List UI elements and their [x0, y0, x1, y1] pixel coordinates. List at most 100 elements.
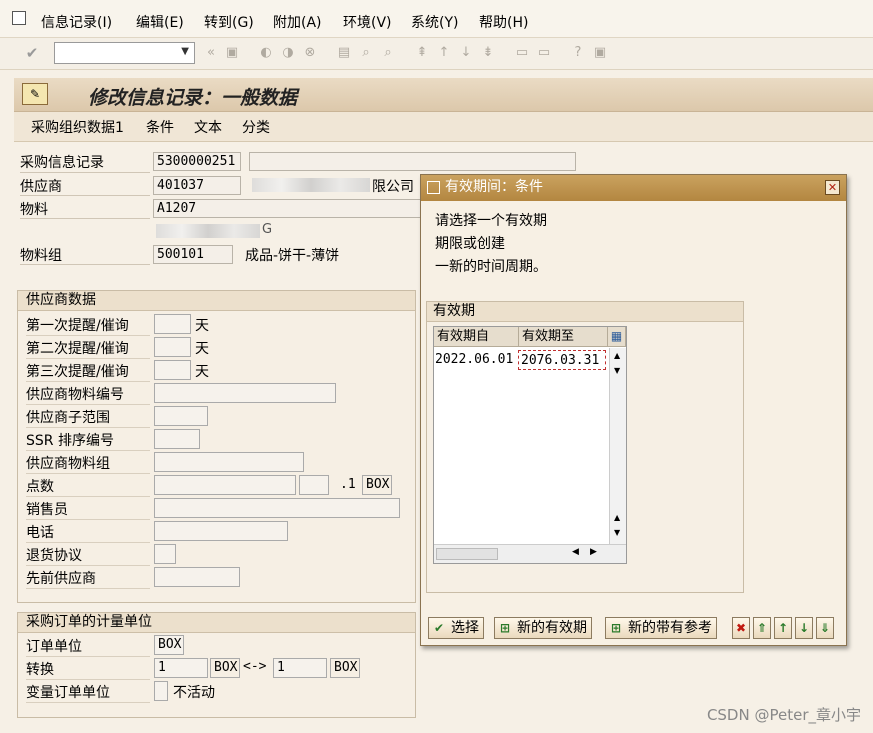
- cancel-icon[interactable]: ⊗: [302, 45, 318, 61]
- menu-environment[interactable]: 环境(V): [343, 12, 392, 32]
- vendor-subrange-field[interactable]: [154, 406, 208, 426]
- scroll-up-icon[interactable]: ▲: [614, 513, 620, 522]
- column-header-valid-from[interactable]: 有效期自: [434, 327, 519, 347]
- dialog-title-bar[interactable]: 有效期间：条件 ✕: [421, 175, 846, 201]
- telephone-field[interactable]: [154, 521, 288, 541]
- validity-group: 有效期 有效期自 有效期至 ▦ 2022.06.01 2076.03.31 ▲ …: [426, 301, 744, 593]
- dialog-message-line-2: 期限或创建: [435, 236, 505, 252]
- info-record-desc-field[interactable]: [249, 152, 576, 171]
- points-field[interactable]: [154, 475, 296, 495]
- exit-icon[interactable]: ◑: [280, 45, 296, 61]
- conversion-right-field[interactable]: 1: [273, 658, 327, 678]
- label-underline: [26, 542, 150, 543]
- second-reminder-field[interactable]: [154, 337, 191, 357]
- label-underline: [20, 218, 150, 219]
- new-session-icon[interactable]: ▭: [514, 45, 530, 61]
- third-reminder-unit: 天: [195, 364, 209, 380]
- salesperson-field[interactable]: [154, 498, 400, 518]
- back-icon[interactable]: ◐: [258, 45, 274, 61]
- next-page-icon[interactable]: ↓: [458, 45, 474, 61]
- close-icon[interactable]: ✕: [825, 180, 840, 195]
- third-reminder-field[interactable]: [154, 360, 191, 380]
- vendor-field[interactable]: 401037: [153, 176, 241, 195]
- first-page-icon[interactable]: ⇞: [414, 45, 430, 61]
- enter-icon[interactable]: ✔: [24, 45, 40, 61]
- shortcut-icon[interactable]: ▭: [536, 45, 552, 61]
- prev-page-icon[interactable]: ↑: [774, 617, 792, 639]
- label-underline: [26, 519, 150, 520]
- scroll-thumb[interactable]: [436, 548, 498, 560]
- back-chevron-icon[interactable]: «: [203, 45, 219, 61]
- last-page-icon[interactable]: ⇓: [816, 617, 834, 639]
- conversion-left-unit: BOX: [210, 658, 240, 678]
- conversion-left-field[interactable]: 1: [154, 658, 208, 678]
- menu-goto[interactable]: 转到(G): [204, 12, 254, 32]
- prior-vendor-label: 先前供应商: [26, 571, 96, 587]
- label-underline: [26, 496, 150, 497]
- display-change-icon[interactable]: ✎: [22, 83, 48, 105]
- po-unit-title: 采购订单的计量单位: [18, 613, 415, 633]
- material-field[interactable]: A1207: [153, 199, 421, 218]
- column-header-valid-to[interactable]: 有效期至: [519, 327, 608, 347]
- scroll-left-icon[interactable]: ◀: [572, 547, 579, 557]
- menu-system[interactable]: 系统(Y): [411, 12, 458, 32]
- menu-edit[interactable]: 编辑(E): [136, 12, 184, 32]
- dialog-title: 有效期间：条件: [445, 179, 543, 195]
- dialog-menu-icon[interactable]: [427, 181, 440, 194]
- variable-order-unit-field[interactable]: [154, 681, 168, 701]
- first-page-icon[interactable]: ⇑: [753, 617, 771, 639]
- print-icon[interactable]: ▤: [336, 45, 352, 61]
- layout-icon[interactable]: ▣: [592, 45, 608, 61]
- order-unit-label: 订单单位: [26, 639, 82, 655]
- command-field[interactable]: ▼: [54, 42, 195, 64]
- order-unit-field[interactable]: BOX: [154, 635, 184, 655]
- scroll-down-icon[interactable]: ▼: [614, 366, 620, 375]
- table-cell-valid-to[interactable]: 2076.03.31: [518, 350, 606, 370]
- info-record-field[interactable]: 5300000251: [153, 152, 241, 171]
- last-page-icon[interactable]: ⇟: [480, 45, 496, 61]
- points-unit-field[interactable]: [299, 475, 329, 495]
- vertical-scrollbar[interactable]: ▲ ▼ ▲ ▼: [609, 348, 626, 544]
- tab-conditions[interactable]: 条件: [146, 117, 174, 137]
- tab-texts[interactable]: 文本: [194, 117, 222, 137]
- new-with-reference-button[interactable]: ⊞ 新的带有参考: [605, 617, 717, 639]
- vendor-material-number-field[interactable]: [154, 383, 336, 403]
- label-underline: [26, 588, 150, 589]
- find-next-icon[interactable]: ⌕: [380, 45, 396, 61]
- material-group-field[interactable]: 500101: [153, 245, 233, 264]
- scroll-up-icon[interactable]: ▲: [614, 351, 620, 360]
- menu-exit-icon[interactable]: [12, 11, 26, 25]
- telephone-label: 电话: [26, 525, 54, 541]
- cancel-button[interactable]: ✖: [732, 617, 750, 639]
- help-icon[interactable]: ?: [570, 45, 586, 61]
- tab-purch-org-data[interactable]: 采购组织数据1: [31, 117, 124, 137]
- third-reminder-label: 第三次提醒/催询: [26, 364, 129, 380]
- ssr-sort-number-label: SSR 排序编号: [26, 433, 114, 449]
- first-reminder-field[interactable]: [154, 314, 191, 334]
- menu-help[interactable]: 帮助(H): [479, 12, 528, 32]
- scroll-down-icon[interactable]: ▼: [614, 528, 620, 537]
- menu-extras[interactable]: 附加(A): [273, 12, 322, 32]
- ssr-sort-number-field[interactable]: [154, 429, 200, 449]
- horizontal-scrollbar[interactable]: ◀ ▶: [434, 544, 626, 563]
- prev-page-icon[interactable]: ↑: [436, 45, 452, 61]
- save-icon[interactable]: ▣: [224, 45, 240, 61]
- return-agreement-label: 退货协议: [26, 548, 82, 564]
- dropdown-arrow-icon[interactable]: ▼: [181, 46, 189, 57]
- find-icon[interactable]: ⌕: [358, 45, 374, 61]
- table-settings-icon[interactable]: ▦: [608, 327, 626, 347]
- menu-info-record[interactable]: 信息记录(I): [41, 12, 112, 32]
- return-agreement-field[interactable]: [154, 544, 176, 564]
- table-cell-valid-from[interactable]: 2022.06.01: [435, 350, 517, 370]
- prior-vendor-field[interactable]: [154, 567, 240, 587]
- points-per: .1: [340, 477, 356, 492]
- title-bar: ✎ 修改信息记录：一般数据: [14, 78, 873, 112]
- select-button[interactable]: ✔ 选择: [428, 617, 484, 639]
- vendor-material-group-field[interactable]: [154, 452, 304, 472]
- dialog-message-line-1: 请选择一个有效期: [435, 213, 547, 229]
- tab-classification[interactable]: 分类: [242, 117, 270, 137]
- scroll-right-icon[interactable]: ▶: [590, 547, 597, 557]
- points-label: 点数: [26, 479, 54, 495]
- new-period-button[interactable]: ⊞ 新的有效期: [494, 617, 592, 639]
- next-page-icon[interactable]: ↓: [795, 617, 813, 639]
